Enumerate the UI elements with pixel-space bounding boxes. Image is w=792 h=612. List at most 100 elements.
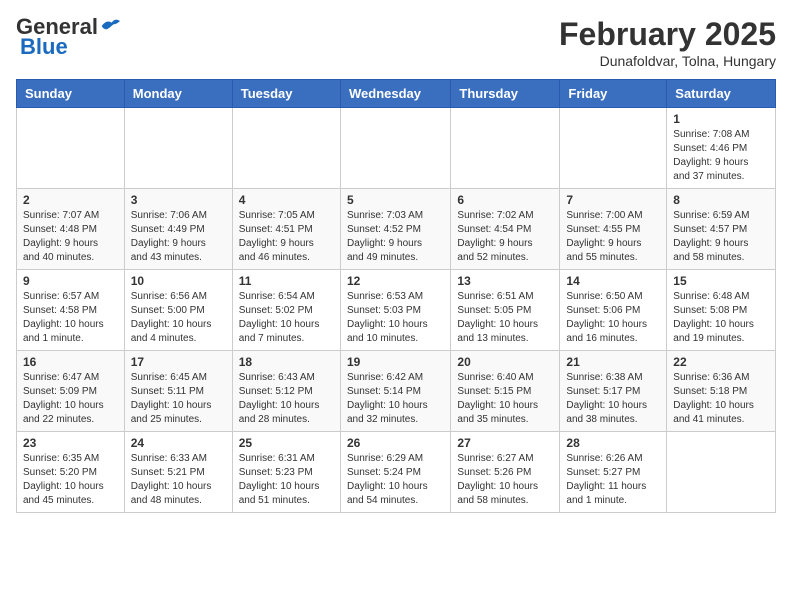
day-info: Sunrise: 6:48 AM Sunset: 5:08 PM Dayligh…: [673, 290, 769, 346]
calendar-cell: [667, 432, 776, 513]
calendar-cell: 7Sunrise: 7:00 AM Sunset: 4:55 PM Daylig…: [560, 189, 667, 270]
logo-bird-icon: [100, 16, 120, 36]
day-number: 16: [23, 355, 118, 369]
day-number: 22: [673, 355, 769, 369]
calendar-week-row: 2 Sunrise: 7:07 AM Sunset: 4:48 PM Daylig…: [17, 189, 776, 270]
calendar-week-row: 9 Sunrise: 6:57 AM Sunset: 4:58 PM Daylig…: [17, 270, 776, 351]
calendar-cell: 25 Sunrise: 6:31 AM Sunset: 5:23 PM Dayli…: [232, 432, 340, 513]
day-info: Sunrise: 6:35 AM Sunset: 5:20 PM Dayligh…: [23, 452, 118, 508]
weekday-header-friday: Friday: [560, 80, 667, 108]
calendar-week-row: 16 Sunrise: 6:47 AM Sunset: 5:09 PM Dayli…: [17, 351, 776, 432]
day-number: 21: [566, 355, 660, 369]
calendar-cell: 21 Sunrise: 6:38 AM Sunset: 5:17 PM Dayli…: [560, 351, 667, 432]
day-number: 4: [239, 193, 334, 207]
calendar-cell: 4Sunrise: 7:05 AM Sunset: 4:51 PM Daylig…: [232, 189, 340, 270]
day-number: 28: [566, 436, 660, 450]
month-title: February 2025: [559, 16, 776, 53]
weekday-header-tuesday: Tuesday: [232, 80, 340, 108]
day-number: 6: [457, 193, 553, 207]
day-info: Sunrise: 6:50 AM Sunset: 5:06 PM Dayligh…: [566, 290, 660, 346]
calendar-cell: [451, 108, 560, 189]
day-info: Sunrise: 6:26 AM Sunset: 5:27 PM Dayligh…: [566, 452, 660, 508]
calendar-cell: [17, 108, 125, 189]
day-info: Sunrise: 6:31 AM Sunset: 5:23 PM Dayligh…: [239, 452, 334, 508]
day-info: Sunrise: 6:56 AM Sunset: 5:00 PM Dayligh…: [131, 290, 226, 346]
day-number: 14: [566, 274, 660, 288]
day-number: 24: [131, 436, 226, 450]
calendar-week-row: 23 Sunrise: 6:35 AM Sunset: 5:20 PM Dayli…: [17, 432, 776, 513]
calendar-cell: [232, 108, 340, 189]
day-number: 11: [239, 274, 334, 288]
calendar-cell: 26Sunrise: 6:29 AM Sunset: 5:24 PM Dayli…: [340, 432, 450, 513]
day-info: Sunrise: 6:27 AM Sunset: 5:26 PM Dayligh…: [457, 452, 553, 508]
day-info: Sunrise: 6:53 AM Sunset: 5:03 PM Dayligh…: [347, 290, 444, 346]
day-info: Sunrise: 7:06 AM Sunset: 4:49 PM Dayligh…: [131, 209, 226, 265]
day-number: 2: [23, 193, 118, 207]
day-info: Sunrise: 7:07 AM Sunset: 4:48 PM Dayligh…: [23, 209, 118, 265]
calendar-cell: 23 Sunrise: 6:35 AM Sunset: 5:20 PM Dayli…: [17, 432, 125, 513]
calendar-table: SundayMondayTuesdayWednesdayThursdayFrid…: [16, 79, 776, 513]
day-number: 9: [23, 274, 118, 288]
calendar-cell: [560, 108, 667, 189]
calendar-cell: 16 Sunrise: 6:47 AM Sunset: 5:09 PM Dayli…: [17, 351, 125, 432]
calendar-cell: 9 Sunrise: 6:57 AM Sunset: 4:58 PM Daylig…: [17, 270, 125, 351]
calendar-cell: 27 Sunrise: 6:27 AM Sunset: 5:26 PM Dayli…: [451, 432, 560, 513]
page-header: General Blue February 2025 Dunafoldvar, …: [16, 16, 776, 69]
calendar-cell: 28 Sunrise: 6:26 AM Sunset: 5:27 PM Dayli…: [560, 432, 667, 513]
calendar-cell: 10 Sunrise: 6:56 AM Sunset: 5:00 PM Dayli…: [124, 270, 232, 351]
calendar-header-row: SundayMondayTuesdayWednesdayThursdayFrid…: [17, 80, 776, 108]
weekday-header-sunday: Sunday: [17, 80, 125, 108]
day-info: Sunrise: 6:40 AM Sunset: 5:15 PM Dayligh…: [457, 371, 553, 427]
calendar-cell: 17 Sunrise: 6:45 AM Sunset: 5:11 PM Dayli…: [124, 351, 232, 432]
day-number: 18: [239, 355, 334, 369]
day-info: Sunrise: 6:59 AM Sunset: 4:57 PM Dayligh…: [673, 209, 769, 265]
logo: General Blue: [16, 16, 120, 58]
day-info: Sunrise: 6:43 AM Sunset: 5:12 PM Dayligh…: [239, 371, 334, 427]
day-number: 23: [23, 436, 118, 450]
calendar-cell: 11 Sunrise: 6:54 AM Sunset: 5:02 PM Dayli…: [232, 270, 340, 351]
calendar-cell: 5 Sunrise: 7:03 AM Sunset: 4:52 PM Daylig…: [340, 189, 450, 270]
day-info: Sunrise: 6:33 AM Sunset: 5:21 PM Dayligh…: [131, 452, 226, 508]
calendar-cell: 22 Sunrise: 6:36 AM Sunset: 5:18 PM Dayli…: [667, 351, 776, 432]
day-number: 12: [347, 274, 444, 288]
day-info: Sunrise: 6:45 AM Sunset: 5:11 PM Dayligh…: [131, 371, 226, 427]
calendar-cell: [340, 108, 450, 189]
day-number: 3: [131, 193, 226, 207]
day-info: Sunrise: 7:08 AM Sunset: 4:46 PM Dayligh…: [673, 128, 769, 184]
calendar-cell: 24 Sunrise: 6:33 AM Sunset: 5:21 PM Dayli…: [124, 432, 232, 513]
day-info: Sunrise: 6:42 AM Sunset: 5:14 PM Dayligh…: [347, 371, 444, 427]
calendar-week-row: 1 Sunrise: 7:08 AM Sunset: 4:46 PM Daylig…: [17, 108, 776, 189]
weekday-header-monday: Monday: [124, 80, 232, 108]
day-number: 26: [347, 436, 444, 450]
day-info: Sunrise: 7:03 AM Sunset: 4:52 PM Dayligh…: [347, 209, 444, 265]
day-number: 8: [673, 193, 769, 207]
calendar-cell: 19 Sunrise: 6:42 AM Sunset: 5:14 PM Dayli…: [340, 351, 450, 432]
calendar-cell: [124, 108, 232, 189]
day-number: 15: [673, 274, 769, 288]
calendar-cell: 18 Sunrise: 6:43 AM Sunset: 5:12 PM Dayli…: [232, 351, 340, 432]
weekday-header-saturday: Saturday: [667, 80, 776, 108]
calendar-cell: 20 Sunrise: 6:40 AM Sunset: 5:15 PM Dayli…: [451, 351, 560, 432]
day-info: Sunrise: 6:47 AM Sunset: 5:09 PM Dayligh…: [23, 371, 118, 427]
calendar-cell: 13Sunrise: 6:51 AM Sunset: 5:05 PM Dayli…: [451, 270, 560, 351]
calendar-cell: 12 Sunrise: 6:53 AM Sunset: 5:03 PM Dayli…: [340, 270, 450, 351]
day-number: 19: [347, 355, 444, 369]
day-info: Sunrise: 6:54 AM Sunset: 5:02 PM Dayligh…: [239, 290, 334, 346]
day-info: Sunrise: 6:38 AM Sunset: 5:17 PM Dayligh…: [566, 371, 660, 427]
day-number: 27: [457, 436, 553, 450]
location-title: Dunafoldvar, Tolna, Hungary: [559, 53, 776, 69]
day-number: 10: [131, 274, 226, 288]
day-number: 17: [131, 355, 226, 369]
day-number: 20: [457, 355, 553, 369]
day-info: Sunrise: 6:57 AM Sunset: 4:58 PM Dayligh…: [23, 290, 118, 346]
calendar-cell: 14 Sunrise: 6:50 AM Sunset: 5:06 PM Dayli…: [560, 270, 667, 351]
day-info: Sunrise: 6:36 AM Sunset: 5:18 PM Dayligh…: [673, 371, 769, 427]
day-number: 1: [673, 112, 769, 126]
calendar-cell: 2 Sunrise: 7:07 AM Sunset: 4:48 PM Daylig…: [17, 189, 125, 270]
weekday-header-thursday: Thursday: [451, 80, 560, 108]
calendar-cell: 8 Sunrise: 6:59 AM Sunset: 4:57 PM Daylig…: [667, 189, 776, 270]
calendar-cell: 6Sunrise: 7:02 AM Sunset: 4:54 PM Daylig…: [451, 189, 560, 270]
logo-blue-text: Blue: [16, 36, 68, 58]
day-number: 25: [239, 436, 334, 450]
day-number: 5: [347, 193, 444, 207]
